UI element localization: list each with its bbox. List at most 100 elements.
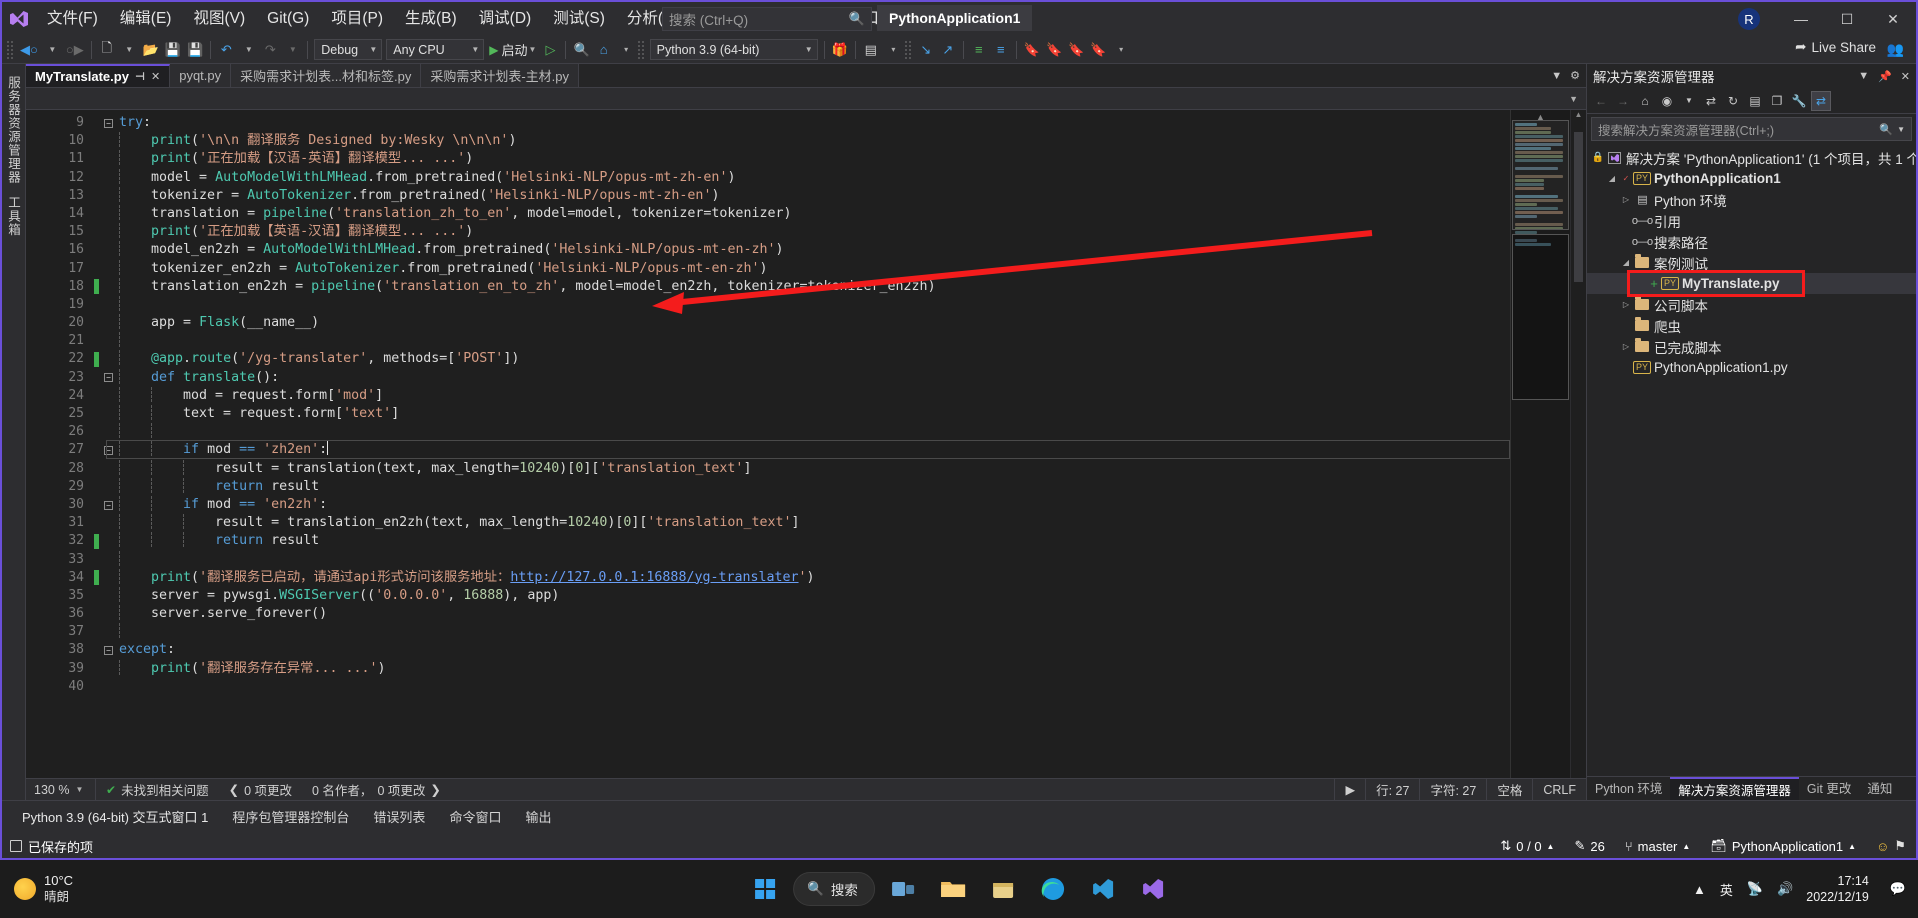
start-without-debugging-icon[interactable]: ▷	[539, 38, 561, 62]
code-line[interactable]: 22 @app.route('/yg-translater', methods=[…	[50, 350, 1510, 368]
navigate-forward-icon[interactable]: ○▶	[63, 38, 87, 62]
code-line[interactable]: 33	[50, 550, 1510, 569]
line-ending-indicator[interactable]: CRLF	[1532, 778, 1586, 801]
tree-node-[interactable]: o—o 搜索路径	[1587, 231, 1916, 252]
edge-browser-button[interactable]	[1031, 867, 1075, 911]
code-line[interactable]: 39 print('翻译服务存在异常... ...')	[50, 659, 1510, 678]
network-icon[interactable]: 📡	[1740, 881, 1770, 897]
close-button[interactable]: ✕	[1870, 2, 1916, 36]
indentation-indicator[interactable]: 空格	[1486, 778, 1532, 801]
code-line[interactable]: 11 print('正在加载【汉语-英语】翻译模型... ...')	[50, 150, 1510, 168]
tree-node-mytranslatepy[interactable]: + PY MyTranslate.py	[1587, 273, 1916, 294]
search-options-icon[interactable]: ▼	[1897, 125, 1905, 134]
refresh-icon[interactable]: ↻	[1723, 91, 1743, 111]
code-line[interactable]: 14 translation = pipeline('translation_zh…	[50, 204, 1510, 223]
dock-tab-error-list[interactable]: 错误列表	[361, 801, 437, 835]
editor-tab-purchase-materials[interactable]: 采购需求计划表...材和标签.py	[231, 64, 422, 87]
outdent-icon[interactable]: ≡	[990, 38, 1012, 62]
preview-selected-items-icon[interactable]: ⇄	[1811, 90, 1831, 111]
menu-item-project[interactable]: 项目(P)	[320, 2, 394, 36]
previous-bookmark-icon[interactable]: 🔖	[1043, 38, 1065, 62]
next-bookmark-icon[interactable]: 🔖	[1065, 38, 1087, 62]
code-line[interactable]: 15 print('正在加载【英语-汉语】翻译模型... ...')	[50, 223, 1510, 241]
navigate-back-dropdown-icon[interactable]: ▼	[41, 38, 63, 62]
input-language-indicator[interactable]: 英	[1713, 880, 1740, 899]
tree-node-[interactable]: 爬虫	[1587, 315, 1916, 336]
tree-node-[interactable]: ▷ 已完成脚本	[1587, 336, 1916, 357]
fold-toggle-icon[interactable]: −	[102, 118, 115, 128]
menu-item-view[interactable]: 视图(V)	[182, 2, 256, 36]
live-share-people-icon[interactable]: 👥	[1887, 41, 1904, 58]
code-line[interactable]: 35 server = pywsgi.WSGIServer(('0.0.0.0',…	[50, 586, 1510, 605]
tree-node-[interactable]: o—o 引用	[1587, 210, 1916, 231]
editor-tab-pyqt[interactable]: pyqt.py	[170, 64, 232, 87]
solution-platform-combo[interactable]: Any CPU ▼	[386, 39, 485, 60]
vertical-tab-toolbox[interactable]: 工具箱	[1, 190, 26, 243]
code-line[interactable]: 19	[50, 295, 1510, 314]
task-view-button[interactable]	[881, 867, 925, 911]
code-line[interactable]: 12 model = AutoModelWithLMHead.from_pretr…	[50, 168, 1510, 187]
editor-tab-purchase-main[interactable]: 采购需求计划表-主材.py	[421, 64, 579, 87]
collapse-all-icon[interactable]: ▤	[1745, 91, 1765, 111]
code-line[interactable]: 21	[50, 332, 1510, 350]
live-share-button[interactable]: ➦ Live Share	[1795, 39, 1876, 55]
panel-menu-icon[interactable]: ▼	[1858, 70, 1869, 83]
fold-toggle-icon[interactable]: −	[102, 445, 115, 455]
code-line[interactable]: 30 − if mod == 'en2zh':	[50, 495, 1510, 514]
navigation-members-combo[interactable]: ▼	[26, 88, 1586, 110]
code-line[interactable]: 24 mod = request.form['mod']	[50, 386, 1510, 405]
forward-icon[interactable]: →	[1613, 91, 1633, 111]
editor-vertical-scrollbar[interactable]: ▲	[1570, 110, 1586, 778]
solution-configuration-combo[interactable]: Debug ▼	[314, 39, 383, 60]
save-all-icon[interactable]: 💾	[184, 38, 206, 62]
step-out-icon[interactable]: ↗	[937, 38, 959, 62]
code-line[interactable]: 34 print('翻译服务已启动，请通过api形式访问该服务地址：http://…	[50, 568, 1510, 587]
tree-node-pythonapplication1[interactable]: ◢ ✓ PY PythonApplication1	[1587, 168, 1916, 189]
minimize-button[interactable]: —	[1778, 2, 1824, 36]
store-button[interactable]	[981, 867, 1025, 911]
code-text-area[interactable]: 9− try: 10 print('\n\n 翻译服务 Designed by:Wes…	[50, 110, 1510, 778]
undo-dropdown-icon[interactable]: ▼	[237, 38, 259, 62]
search-icon[interactable]: 🔍	[1879, 123, 1893, 136]
show-all-files-icon[interactable]: ❐	[1767, 91, 1787, 111]
layout-window-icon[interactable]: ▤	[860, 38, 882, 62]
pending-edits-count[interactable]: ✎ 26	[1564, 834, 1614, 858]
scrollbar-thumb[interactable]	[1574, 132, 1583, 282]
menu-item-debug[interactable]: 调试(D)	[468, 2, 543, 36]
python-interpreter-combo[interactable]: Python 3.9 (64-bit) ▼	[649, 39, 818, 60]
code-line[interactable]: 16 model_en2zh = AutoModelWithLMHead.from…	[50, 241, 1510, 259]
code-line[interactable]: 31 result = translation_en2zh(text, max_l…	[50, 514, 1510, 532]
code-line[interactable]: 36 server.serve_forever()	[50, 605, 1510, 623]
dock-tab-package-manager-console[interactable]: 程序包管理器控制台	[220, 801, 361, 835]
visual-studio-taskbar-button[interactable]	[1131, 867, 1175, 911]
code-line[interactable]: 25 text = request.form['text']	[50, 405, 1510, 423]
se-tab-python-env[interactable]: Python 环境	[1587, 777, 1670, 801]
open-file-icon[interactable]: 📂	[140, 38, 162, 62]
code-minimap[interactable]: ▲	[1510, 110, 1570, 778]
chevron-left-icon[interactable]: ❮	[229, 782, 239, 797]
indent-icon[interactable]: ≡	[968, 38, 990, 62]
environment-home-icon[interactable]: ⌂	[593, 38, 615, 62]
taskbar-search-box[interactable]: 🔍 搜索	[793, 872, 875, 906]
pending-changes-filter-icon[interactable]: ◉	[1657, 91, 1677, 111]
active-project-chip[interactable]: PythonApplication1	[877, 5, 1033, 31]
fold-toggle-icon[interactable]: −	[102, 646, 115, 656]
code-line[interactable]: 40	[50, 678, 1510, 696]
code-line[interactable]: 10 print('\n\n 翻译服务 Designed by:Wesky \n\…	[50, 132, 1510, 150]
notification-center-icon[interactable]: 💬	[1883, 881, 1918, 897]
code-line[interactable]: 17 tokenizer_en2zh = AutoTokenizer.from_p…	[50, 259, 1510, 278]
step-into-icon[interactable]: ↘	[915, 38, 937, 62]
global-search-box[interactable]: 搜索 (Ctrl+Q) 🔍	[662, 7, 872, 31]
menu-item-edit[interactable]: 编辑(E)	[109, 2, 183, 36]
tree-node-pythonapplication1py[interactable]: PY PythonApplication1.py	[1587, 357, 1916, 378]
code-line[interactable]: 20 app = Flask(__name__)	[50, 314, 1510, 332]
code-line[interactable]: 13 tokenizer = AutoTokenizer.from_pretrai…	[50, 186, 1510, 205]
fold-toggle-icon[interactable]: −	[102, 373, 115, 383]
redo-icon[interactable]: ↷	[259, 38, 281, 62]
account-avatar[interactable]: R	[1738, 8, 1760, 30]
dock-tab-interactive-window[interactable]: Python 3.9 (64-bit) 交互式窗口 1	[10, 801, 220, 835]
editor-zoom-combo[interactable]: 130 % ▼	[26, 778, 96, 801]
se-tab-solution-explorer[interactable]: 解决方案资源管理器	[1670, 776, 1799, 801]
problems-indicator[interactable]: ✔ 未找到相关问题	[96, 780, 219, 799]
tree-node-solution[interactable]: 🔒 解决方案 'PythonApplication1' (1 个项目，共 1 个…	[1587, 147, 1916, 168]
